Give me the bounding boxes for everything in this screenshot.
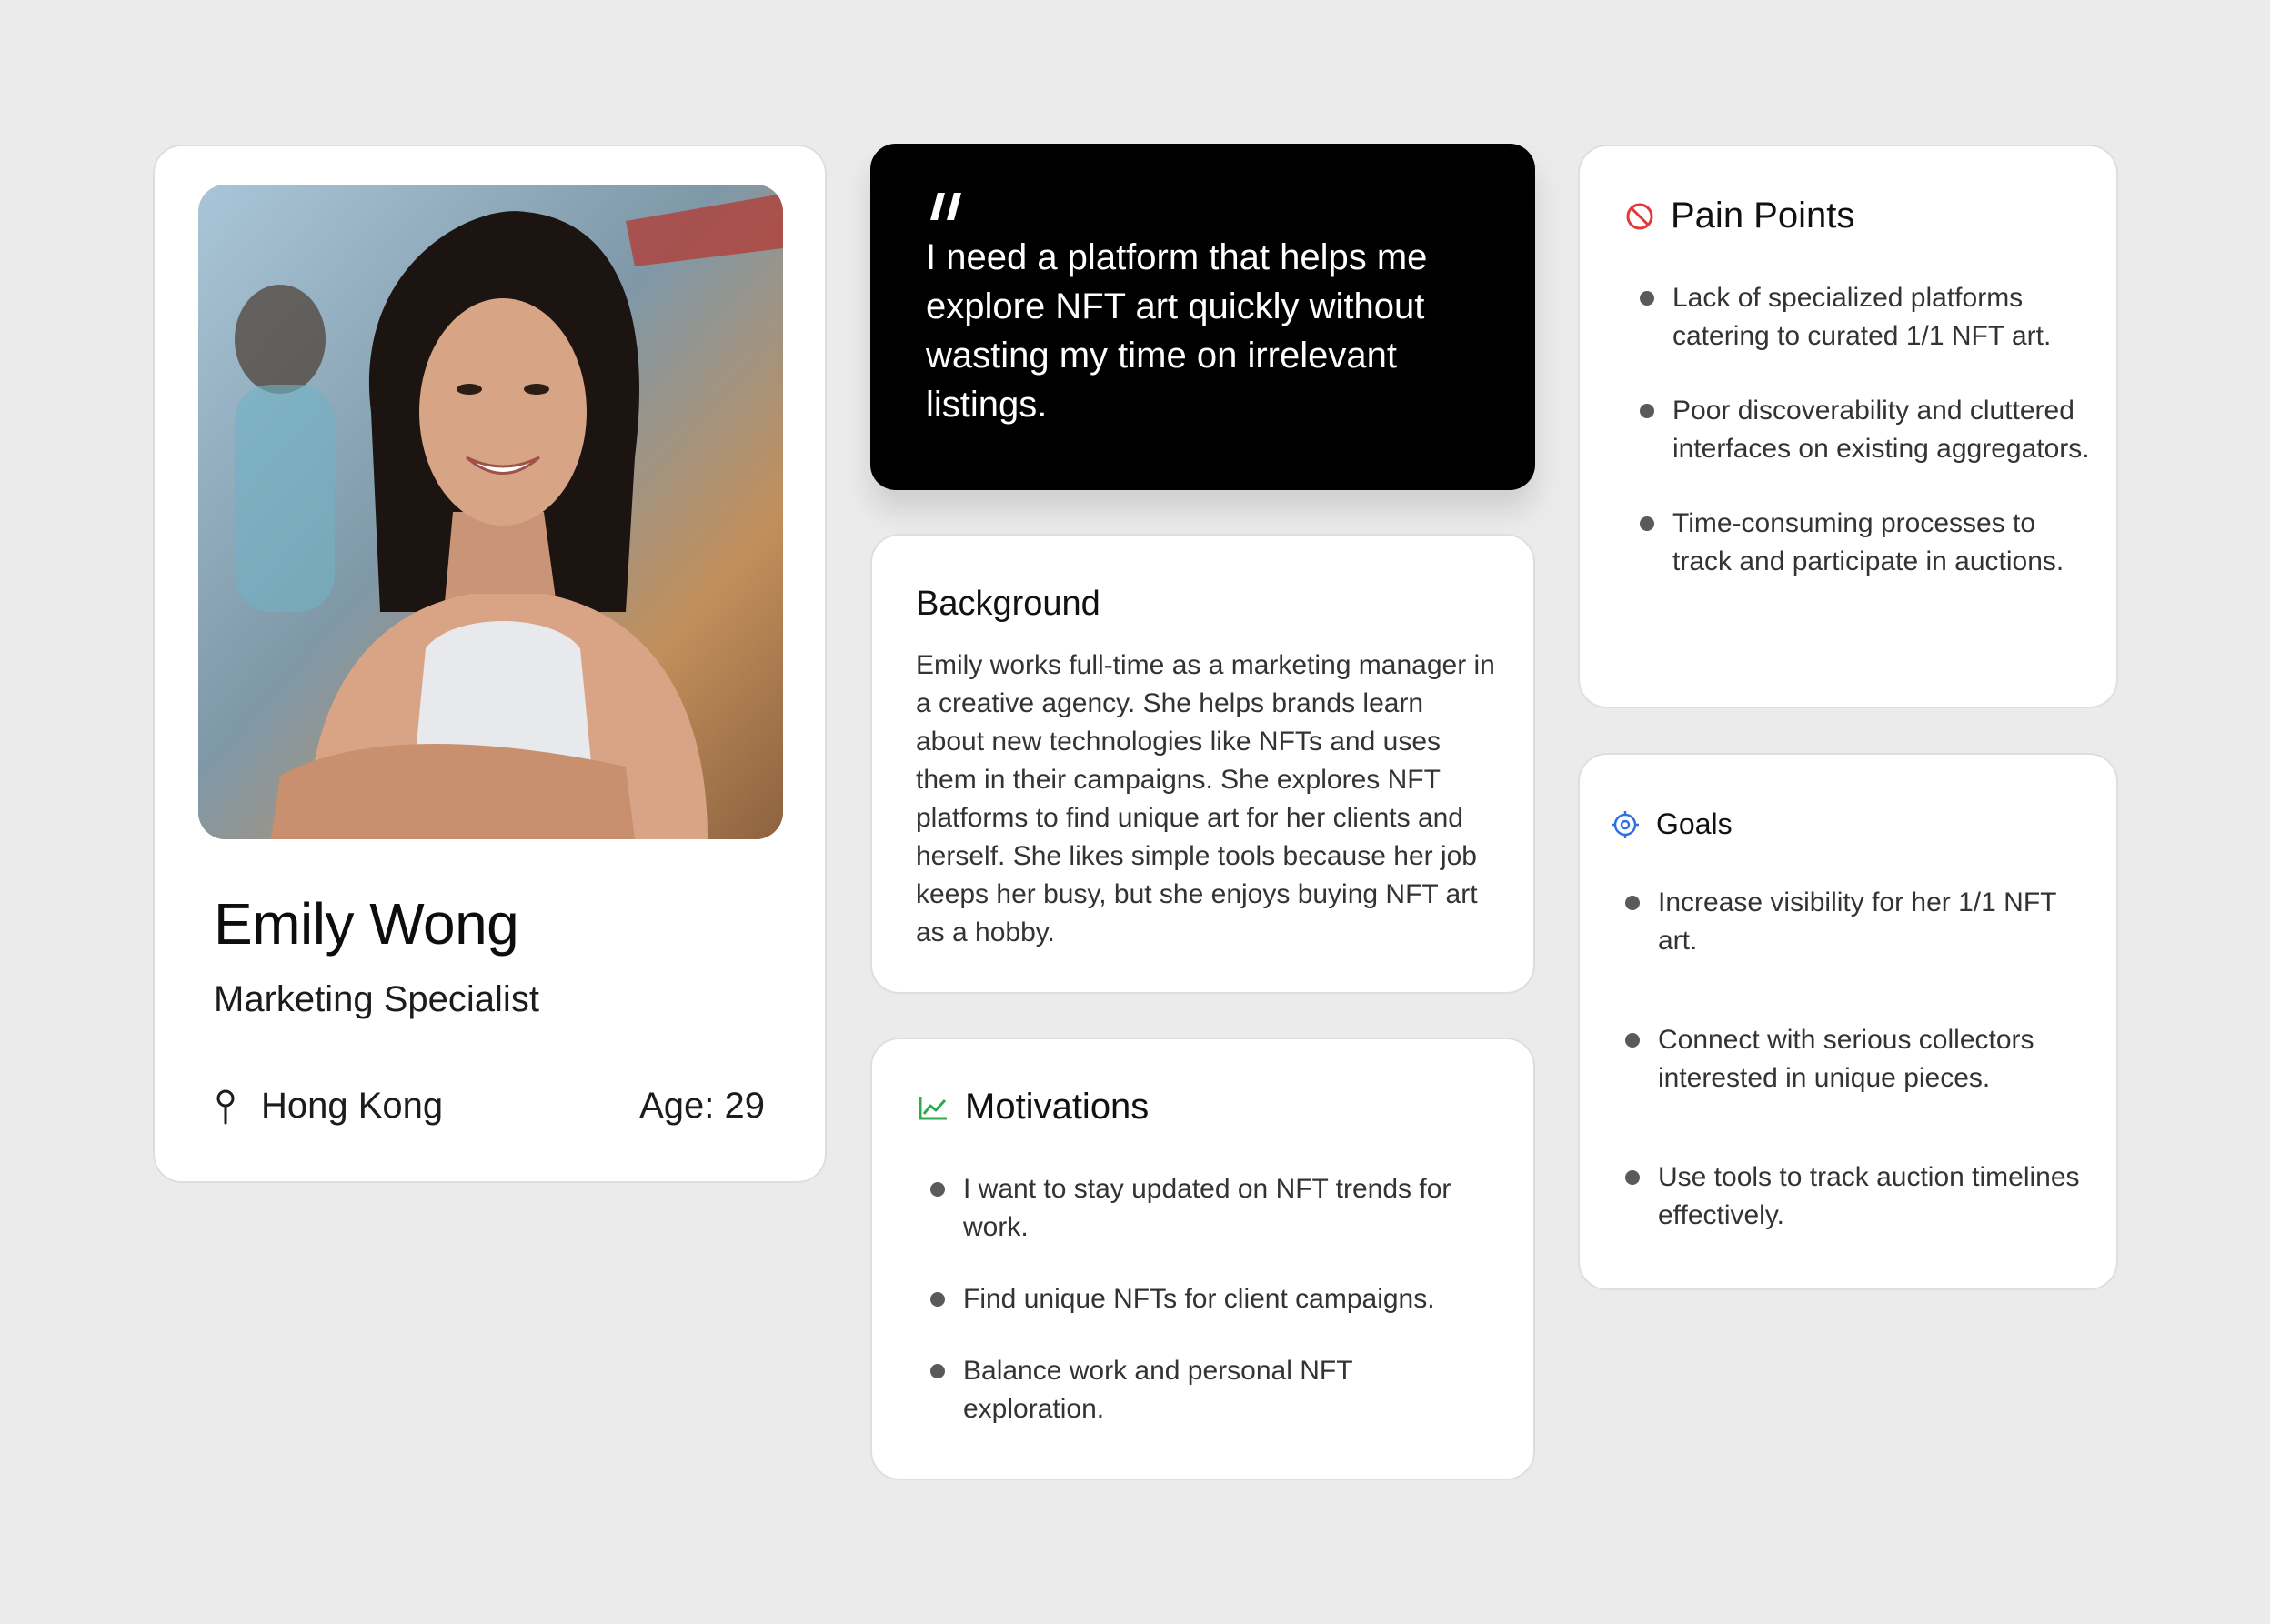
bullet-dot: [930, 1364, 945, 1378]
pain-point-text: Lack of specialized platforms catering t…: [1672, 283, 2052, 351]
list-item: Poor discoverability and cluttered inter…: [1640, 392, 2094, 468]
motivations-card: Motivations I want to stay updated on NF…: [870, 1038, 1535, 1480]
bullet-dot: [1625, 1033, 1640, 1048]
list-item: Increase visibility for her 1/1 NFT art.: [1625, 884, 2098, 960]
target-icon: [1612, 810, 1639, 838]
motivation-text: I want to stay updated on NFT trends for…: [963, 1174, 1451, 1242]
persona-age: Age: 29: [639, 1086, 765, 1126]
list-item: Time-consuming processes to track and pa…: [1640, 505, 2094, 581]
list-item: Connect with serious collectors interest…: [1625, 1021, 2098, 1098]
prohibited-icon: [1626, 203, 1653, 229]
list-item: Lack of specialized platforms catering t…: [1640, 279, 2094, 356]
goal-text: Increase visibility for her 1/1 NFT art.: [1658, 887, 2056, 956]
trend-chart-icon: [919, 1096, 947, 1119]
goals-card: Goals Increase visibility for her 1/1 NF…: [1578, 753, 2118, 1290]
bullet-dot: [1625, 896, 1640, 910]
location-label: Hong Kong: [261, 1086, 444, 1126]
bullet-dot: [930, 1292, 945, 1307]
list-item: Balance work and personal NFT exploratio…: [930, 1352, 1476, 1429]
profile-photo: [198, 185, 783, 839]
background-text: Emily works full-time as a marketing man…: [916, 650, 1495, 947]
goals-title: Goals: [1656, 807, 1733, 840]
bullet-dot: [1625, 1170, 1640, 1185]
bullet-dot: [1640, 404, 1654, 418]
pain-points-list: Lack of specialized platforms catering t…: [1640, 279, 2094, 617]
goal-text: Use tools to track auction timelines eff…: [1658, 1162, 2080, 1230]
pain-points-header: Pain Points: [1625, 195, 1854, 236]
bullet-dot: [930, 1182, 945, 1197]
persona-role: Marketing Specialist: [214, 979, 539, 1019]
motivations-title: Motivations: [965, 1087, 1150, 1127]
motivations-header: Motivations: [918, 1087, 1149, 1128]
list-item: I want to stay updated on NFT trends for…: [930, 1170, 1476, 1247]
pain-point-text: Time-consuming processes to track and pa…: [1672, 508, 2064, 576]
pain-points-title: Pain Points: [1671, 195, 1855, 236]
background-card: Background Emily works full-time as a ma…: [870, 534, 1535, 994]
quote-text: I need a platform that helps me explore …: [926, 237, 1428, 425]
pain-point-text: Poor discoverability and cluttered inter…: [1672, 396, 2090, 464]
motivations-list: I want to stay updated on NFT trends for…: [930, 1170, 1476, 1462]
list-item: Find unique NFTs for client campaigns.: [930, 1280, 1476, 1318]
goals-list: Increase visibility for her 1/1 NFT art.…: [1625, 884, 2098, 1296]
goals-header: Goals: [1611, 807, 1733, 841]
persona-name: Emily Wong: [214, 891, 519, 957]
background-title: Background: [916, 585, 1100, 623]
persona-location: Hong Kong: [214, 1086, 443, 1127]
bullet-dot: [1640, 516, 1654, 531]
profile-card: Emily Wong Marketing Specialist Hong Kon…: [153, 145, 827, 1183]
quote-mark-icon: [930, 193, 961, 220]
pain-points-card: Pain Points Lack of specialized platform…: [1578, 145, 2118, 708]
motivation-text: Balance work and personal NFT exploratio…: [963, 1356, 1352, 1424]
motivation-text: Find unique NFTs for client campaigns.: [963, 1284, 1435, 1314]
list-item: Use tools to track auction timelines eff…: [1625, 1158, 2098, 1235]
bullet-dot: [1640, 291, 1654, 306]
quote-card: I need a platform that helps me explore …: [870, 144, 1535, 490]
goal-text: Connect with serious collectors interest…: [1658, 1025, 2034, 1093]
location-pin-icon: [216, 1089, 235, 1124]
portrait-photo: [198, 185, 783, 839]
